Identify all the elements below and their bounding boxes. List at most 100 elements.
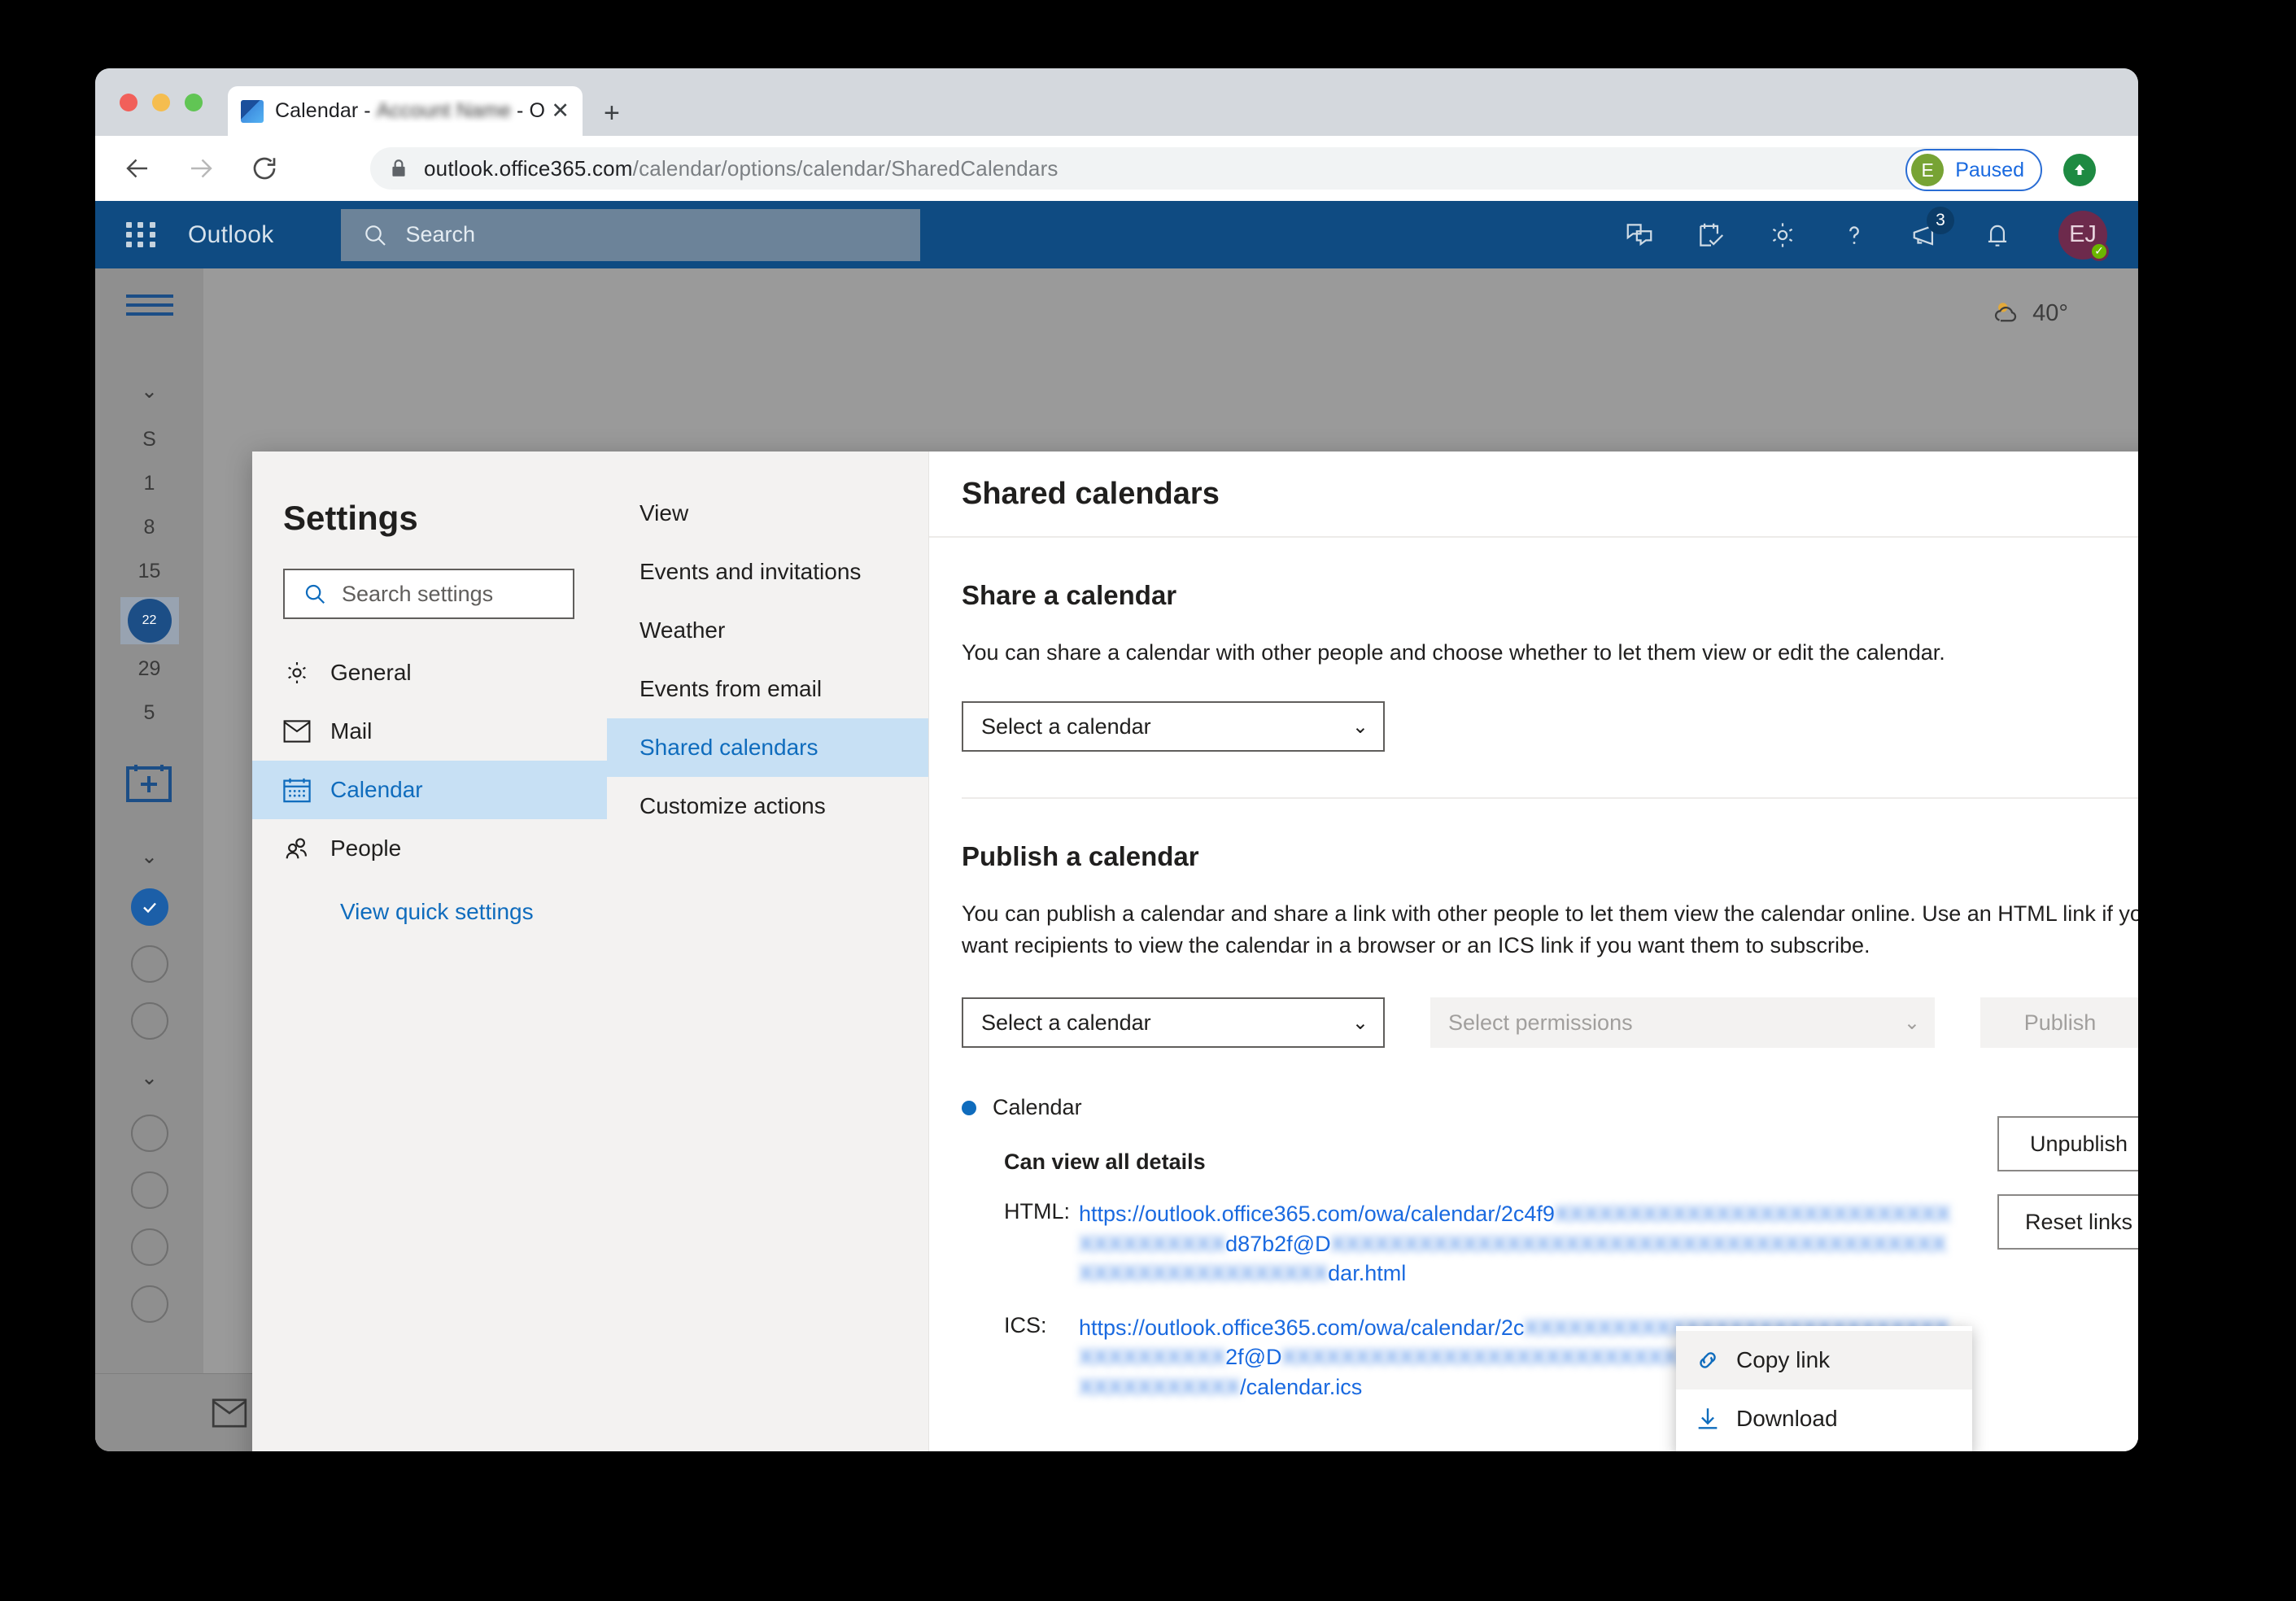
- panel-title: Shared calendars: [962, 476, 1220, 511]
- publish-permissions-select[interactable]: Select permissions ⌄: [1430, 997, 1935, 1049]
- minimize-window-button[interactable]: [152, 94, 170, 111]
- calendar-checkbox-row[interactable]: [95, 1171, 203, 1209]
- calendar-checkbox-row[interactable]: [95, 1285, 203, 1323]
- subnav-item-weather[interactable]: Weather: [607, 601, 928, 660]
- calendars-group-chevron-icon[interactable]: ⌄: [95, 844, 203, 869]
- reset-links-button[interactable]: Reset links: [1997, 1194, 2138, 1250]
- minicalendar-day-selected[interactable]: 22: [127, 599, 172, 643]
- minicalendar-collapse-chevron-icon[interactable]: ⌄: [95, 379, 203, 404]
- gear-icon[interactable]: [1767, 220, 1798, 251]
- subnav-item-events-and-invitations[interactable]: Events and invitations: [607, 543, 928, 601]
- calendar-checkbox-icon[interactable]: [130, 1228, 168, 1266]
- megaphone-icon[interactable]: 3: [1910, 206, 1954, 251]
- calendar-checkbox-icon[interactable]: [130, 1115, 168, 1152]
- publish-section-description: You can publish a calendar and share a l…: [962, 901, 2138, 958]
- window-controls[interactable]: [120, 94, 203, 111]
- search-settings-input[interactable]: Search settings: [283, 569, 574, 619]
- ics-url-end: /calendar.ics: [1240, 1374, 1363, 1399]
- publish-a-calendar-section: Publish a calendar You can publish a cal…: [962, 841, 2138, 1049]
- calendar-checkbox-icon[interactable]: [130, 1285, 168, 1323]
- calendar-checkbox-row[interactable]: [95, 1228, 203, 1266]
- close-window-button[interactable]: [120, 94, 137, 111]
- calendar-checkbox-icon[interactable]: [130, 1171, 168, 1209]
- browser-profile-button[interactable]: E Paused: [1905, 149, 2042, 191]
- minicalendar-weekday-header: S: [142, 428, 156, 451]
- minicalendar-day[interactable]: 29: [95, 657, 203, 681]
- outlook-brand-label[interactable]: Outlook: [188, 221, 274, 249]
- link-context-menu: Copy link Download: [1676, 1326, 1972, 1451]
- share-calendar-select[interactable]: Select a calendar ⌄: [962, 701, 1385, 753]
- minicalendar-day[interactable]: 8: [95, 516, 203, 539]
- presence-available-icon: ✓: [2089, 241, 2109, 261]
- calendar-checkbox-row[interactable]: [95, 1115, 203, 1152]
- subnav-item-view[interactable]: View: [607, 484, 928, 543]
- envelope-icon: [283, 720, 330, 743]
- tab-title-suffix: - Ou: [516, 98, 546, 122]
- reload-arrow-icon[interactable]: [243, 147, 286, 190]
- link-icon: [1694, 1346, 1736, 1374]
- sidebar-item-general[interactable]: General: [252, 643, 607, 702]
- subnav-item-events-from-email[interactable]: Events from email: [607, 660, 928, 718]
- app-launcher-icon[interactable]: [126, 222, 157, 247]
- sidebar-item-calendar[interactable]: Calendar: [252, 761, 607, 819]
- address-bar[interactable]: outlook.office365.com/calendar/options/c…: [370, 147, 2012, 190]
- add-calendar-icon[interactable]: [126, 763, 172, 808]
- section-divider: [962, 797, 2138, 800]
- close-tab-button[interactable]: ✕: [551, 100, 570, 122]
- menu-item-download[interactable]: Download: [1676, 1389, 1972, 1448]
- browser-tab[interactable]: Calendar - Account Name - Ou ✕: [228, 86, 583, 136]
- publish-calendar-select[interactable]: Select a calendar ⌄: [962, 997, 1385, 1049]
- bell-icon[interactable]: [1982, 220, 2013, 251]
- other-calendars-chevron-icon[interactable]: ⌄: [95, 1066, 203, 1090]
- menu-item-copy-link[interactable]: Copy link: [1676, 1331, 1972, 1389]
- new-tab-button[interactable]: +: [604, 99, 620, 127]
- profile-sync-status: Paused: [1955, 158, 2024, 181]
- sidebar-item-people[interactable]: People: [252, 819, 607, 878]
- html-link-label: HTML:: [1004, 1199, 1070, 1224]
- extension-icon[interactable]: [2063, 154, 2096, 186]
- calendar-checkbox-icon[interactable]: [130, 1002, 168, 1040]
- announcement-count-badge: 3: [1927, 206, 1954, 234]
- nav-mail-icon[interactable]: [203, 1398, 255, 1428]
- calendar-check-icon[interactable]: [1696, 220, 1726, 251]
- avatar[interactable]: EJ ✓: [2058, 210, 2109, 261]
- download-icon: [1694, 1405, 1736, 1433]
- chat-icon[interactable]: [1624, 220, 1655, 251]
- calendar-checkbox-row[interactable]: [95, 888, 203, 926]
- unpublish-button[interactable]: Unpublish: [1997, 1116, 2138, 1172]
- weather-indicator: 40°: [1990, 299, 2068, 327]
- minicalendar-day[interactable]: 15: [95, 560, 203, 583]
- calendar-checkbox-row[interactable]: [95, 1002, 203, 1040]
- published-permission-label: Can view all details: [1004, 1149, 1206, 1175]
- calendar-checkbox-icon[interactable]: [130, 945, 168, 983]
- back-arrow-icon[interactable]: [116, 147, 159, 190]
- minicalendar-day[interactable]: 5: [95, 701, 203, 725]
- minicalendar-day-selected-wrap: 22: [95, 597, 203, 644]
- calendar-checkbox-row[interactable]: [95, 945, 203, 983]
- share-section-heading: Share a calendar: [962, 580, 1177, 610]
- maximize-window-button[interactable]: [185, 94, 203, 111]
- ics-url-start: https://outlook.office365.com/owa/calend…: [1079, 1315, 1525, 1340]
- forward-arrow-icon[interactable]: [180, 147, 222, 190]
- html-link-value[interactable]: https://outlook.office365.com/owa/calend…: [1079, 1199, 1958, 1288]
- calendar-checkbox-checked-icon[interactable]: [130, 888, 168, 926]
- outlook-favicon-icon: [241, 99, 264, 123]
- sidebar-item-mail[interactable]: Mail: [252, 702, 607, 761]
- published-calendar-name: Calendar: [993, 1095, 1082, 1120]
- tab-title-redacted: Account Name: [376, 99, 511, 123]
- settings-dialog: Settings Search settings General Mail Ca…: [252, 452, 2138, 1451]
- share-calendar-select-value: Select a calendar: [981, 713, 1151, 739]
- minicalendar-day[interactable]: 1: [95, 472, 203, 495]
- outlook-search-box[interactable]: Search: [340, 208, 920, 261]
- subnav-item-shared-calendars[interactable]: Shared calendars: [607, 718, 928, 777]
- view-quick-settings-link[interactable]: View quick settings: [340, 899, 607, 925]
- calendar-color-dot-icon: [962, 1100, 976, 1115]
- minicalendar-selected-highlight: 22: [120, 597, 179, 644]
- menu-toggle-icon[interactable]: [126, 294, 173, 321]
- subnav-item-customize-actions[interactable]: Customize actions: [607, 777, 928, 835]
- publish-button[interactable]: Publish: [1980, 997, 2138, 1049]
- ics-link-label: ICS:: [1004, 1312, 1047, 1337]
- publish-permissions-placeholder: Select permissions: [1448, 1010, 1633, 1035]
- share-section-description: You can share a calendar with other peop…: [962, 640, 1945, 665]
- help-icon[interactable]: [1839, 220, 1870, 251]
